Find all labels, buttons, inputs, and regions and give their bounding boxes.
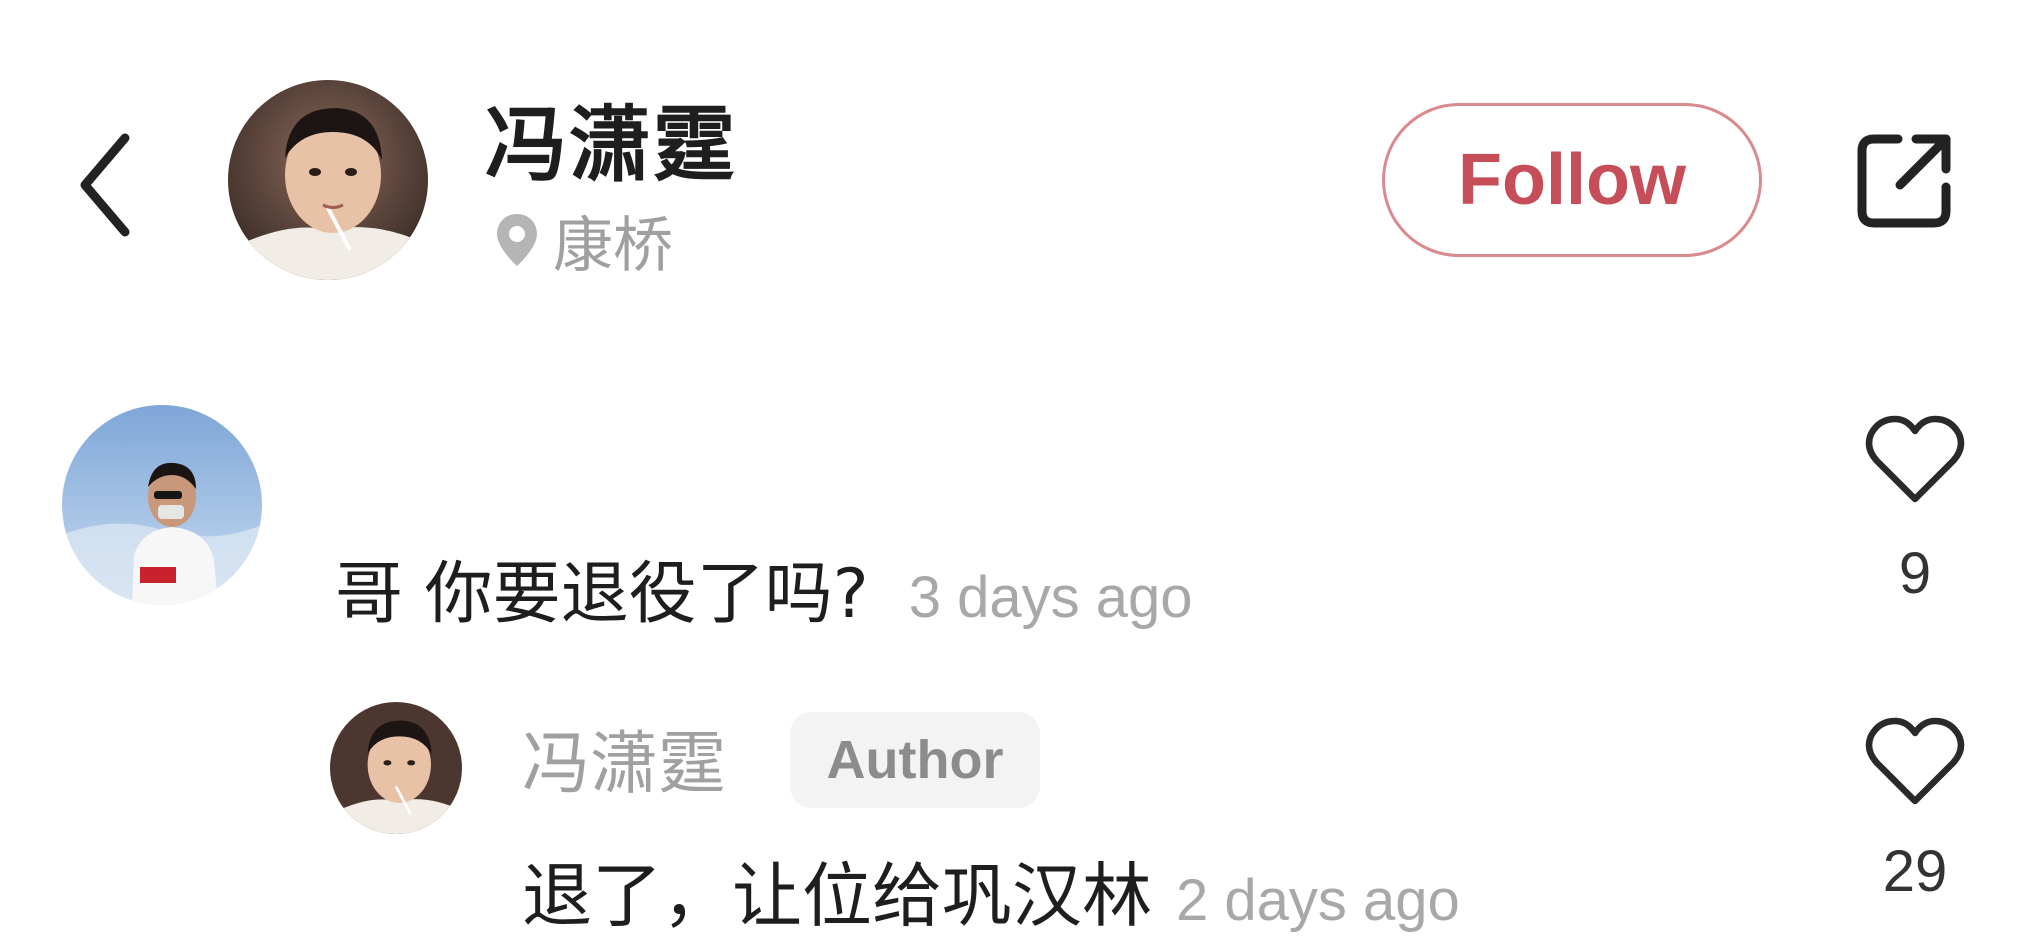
author-avatar-image bbox=[228, 80, 428, 280]
comment-line: 哥 你要退役了吗? 3 days ago bbox=[335, 538, 1193, 637]
reply-line: 退了，让位给巩汉林 2 days ago bbox=[522, 840, 1460, 941]
share-external-icon bbox=[1857, 134, 1951, 228]
author-avatar[interactable] bbox=[228, 80, 428, 280]
chevron-left-icon bbox=[80, 133, 130, 237]
back-button[interactable] bbox=[70, 120, 140, 250]
commenter-avatar[interactable] bbox=[62, 405, 262, 605]
heart-icon bbox=[1865, 717, 1965, 805]
comment-timestamp: 3 days ago bbox=[908, 565, 1193, 630]
reply-like-count: 29 bbox=[1882, 839, 1948, 904]
comment-like-count: 9 bbox=[1898, 541, 1932, 606]
location-row: 康桥 bbox=[495, 200, 673, 281]
reply-avatar-image bbox=[330, 702, 462, 834]
author-badge: Author bbox=[790, 712, 1040, 808]
reply-avatar[interactable] bbox=[330, 702, 462, 834]
comment-text: 哥 你要退役了吗? bbox=[335, 555, 869, 634]
reply-author-name: 冯潇霆 bbox=[522, 725, 727, 804]
reply-timestamp: 2 days ago bbox=[1176, 868, 1460, 933]
share-button[interactable] bbox=[1845, 120, 1965, 240]
location-text: 康桥 bbox=[553, 210, 673, 281]
reply-text: 退了，让位给巩汉林 bbox=[522, 855, 1152, 937]
heart-icon bbox=[1865, 415, 1965, 503]
commenter-avatar-image bbox=[62, 405, 262, 605]
reply-like-button[interactable] bbox=[1860, 712, 1970, 812]
comment-like-button[interactable] bbox=[1860, 410, 1970, 510]
author-name: 冯潇霆 bbox=[485, 98, 738, 193]
follow-button[interactable]: Follow bbox=[1382, 103, 1762, 257]
location-pin-icon bbox=[497, 214, 537, 266]
